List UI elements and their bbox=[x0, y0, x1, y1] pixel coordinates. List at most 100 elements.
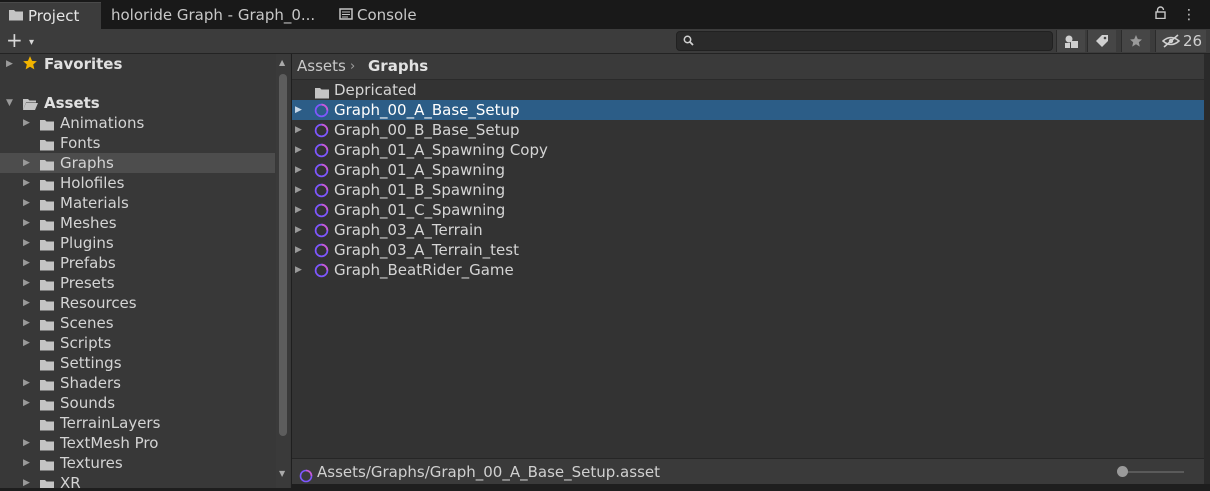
chevron-right-icon[interactable]: ▶ bbox=[23, 333, 30, 353]
sidebar-item-label: TextMesh Pro bbox=[60, 434, 159, 452]
graph-list-item[interactable]: ▶ Graph_01_A_Spawning Copy bbox=[292, 140, 1204, 160]
list-item-label: Graph_00_B_Base_Setup bbox=[334, 121, 520, 139]
chevron-right-icon[interactable]: ▶ bbox=[23, 393, 30, 413]
graph-list-item[interactable]: ▶ Graph_01_C_Spawning bbox=[292, 200, 1204, 220]
sidebar-item-holofiles[interactable]: ▶ Holofiles bbox=[0, 173, 275, 193]
tab-holoride-graph[interactable]: holoride Graph - Graph_0... bbox=[103, 2, 327, 29]
chevron-right-icon[interactable]: ▶ bbox=[23, 233, 30, 253]
search-by-label-button[interactable] bbox=[1087, 30, 1116, 52]
sidebar-item-graphs[interactable]: ▶ Graphs bbox=[0, 153, 275, 173]
sidebar-item-shaders[interactable]: ▶ Shaders bbox=[0, 373, 275, 393]
chevron-right-icon[interactable]: ▶ bbox=[295, 120, 302, 140]
tab-console[interactable]: Console bbox=[331, 2, 431, 29]
sidebar-item-xr[interactable]: ▶ XR bbox=[0, 473, 275, 488]
folder-icon bbox=[39, 476, 55, 488]
sidebar-item-meshes[interactable]: ▶ Meshes bbox=[0, 213, 275, 233]
graph-list-item[interactable]: ▶ Graph_BeatRider_Game bbox=[292, 260, 1204, 280]
lock-icon[interactable] bbox=[1154, 6, 1170, 23]
sidebar-item-scenes[interactable]: ▶ Scenes bbox=[0, 313, 275, 333]
tree-assets-label: Assets bbox=[44, 94, 100, 112]
chevron-right-icon[interactable]: ▶ bbox=[23, 153, 30, 173]
chevron-right-icon[interactable]: ▶ bbox=[295, 220, 302, 240]
graph-list-item[interactable]: ▶ Graph_00_A_Base_Setup bbox=[292, 100, 1204, 120]
graph-list-item[interactable]: ▶ Graph_01_B_Spawning bbox=[292, 180, 1204, 200]
graph-asset-icon bbox=[314, 263, 329, 283]
star-icon bbox=[1130, 35, 1142, 47]
scroll-up-icon[interactable]: ▲ bbox=[279, 58, 285, 67]
sidebar-item-resources[interactable]: ▶ Resources bbox=[0, 293, 275, 313]
list-item-label: Depricated bbox=[334, 81, 417, 99]
chevron-right-icon[interactable]: ▶ bbox=[295, 260, 302, 280]
status-bar: Assets/Graphs/Graph_00_A_Base_Setup.asse… bbox=[292, 458, 1204, 485]
scroll-down-icon[interactable]: ▼ bbox=[279, 469, 285, 478]
sidebar-item-plugins[interactable]: ▶ Plugins bbox=[0, 233, 275, 253]
sidebar-item-presets[interactable]: ▶ Presets bbox=[0, 273, 275, 293]
chevron-right-icon[interactable]: ▶ bbox=[23, 173, 30, 193]
sidebar-item-scripts[interactable]: ▶ Scripts bbox=[0, 333, 275, 353]
tab-bar: Project holoride Graph - Graph_0... Cons… bbox=[0, 0, 1210, 30]
chevron-right-icon[interactable]: ▶ bbox=[23, 193, 30, 213]
chevron-down-icon[interactable]: ▼ bbox=[6, 93, 13, 113]
eye-hidden-icon bbox=[1162, 34, 1180, 48]
chevron-right-icon[interactable]: ▶ bbox=[295, 200, 302, 220]
scrollbar-thumb[interactable] bbox=[279, 74, 287, 436]
hidden-packages-button[interactable]: 26 bbox=[1155, 30, 1206, 52]
graph-list-item[interactable]: ▶ Graph_03_A_Terrain bbox=[292, 220, 1204, 240]
chevron-right-icon[interactable]: ▶ bbox=[23, 313, 30, 333]
graph-list-item[interactable]: ▶ Graph_03_A_Terrain_test bbox=[292, 240, 1204, 260]
chevron-right-icon[interactable]: ▶ bbox=[23, 373, 30, 393]
sidebar-item-label: Presets bbox=[60, 274, 115, 292]
list-item-label: Graph_01_B_Spawning bbox=[334, 181, 506, 199]
chevron-right-icon[interactable]: ▶ bbox=[295, 240, 302, 260]
list-item-label: Graph_01_C_Spawning bbox=[334, 201, 506, 219]
chevron-right-icon[interactable]: ▶ bbox=[23, 473, 30, 488]
search-by-type-button[interactable] bbox=[1056, 30, 1085, 52]
breadcrumb-graphs[interactable]: Graphs bbox=[368, 54, 428, 79]
chevron-right-icon[interactable]: ▶ bbox=[295, 140, 302, 160]
folder-list-item[interactable]: Depricated bbox=[292, 80, 1204, 100]
tree-assets[interactable]: ▼ Assets bbox=[0, 93, 275, 113]
chevron-right-icon[interactable]: ▶ bbox=[23, 273, 30, 293]
chevron-right-icon[interactable]: ▶ bbox=[6, 54, 13, 74]
tab-project[interactable]: Project bbox=[0, 2, 101, 29]
sidebar-item-settings[interactable]: Settings bbox=[0, 353, 275, 373]
chevron-right-icon[interactable]: ▶ bbox=[23, 253, 30, 273]
tag-icon bbox=[1096, 35, 1108, 47]
sidebar-item-textmesh-pro[interactable]: ▶ TextMesh Pro bbox=[0, 433, 275, 453]
sidebar-item-sounds[interactable]: ▶ Sounds bbox=[0, 393, 275, 413]
tree-scrollbar[interactable]: ▲ ▼ bbox=[276, 54, 290, 488]
chevron-right-icon[interactable]: ▶ bbox=[23, 113, 30, 133]
sidebar-item-label: Plugins bbox=[60, 234, 114, 252]
breadcrumb-assets[interactable]: Assets bbox=[297, 54, 346, 79]
create-button[interactable]: + ▾ bbox=[6, 30, 40, 52]
tree-favorites[interactable]: ▶ Favorites bbox=[0, 54, 275, 74]
sidebar-item-label: Settings bbox=[60, 354, 122, 372]
graph-list-item[interactable]: ▶ Graph_01_A_Spawning bbox=[292, 160, 1204, 180]
more-menu-icon[interactable]: ⋮ bbox=[1182, 7, 1196, 23]
sidebar-item-label: Sounds bbox=[60, 394, 116, 412]
chevron-right-icon[interactable]: ▶ bbox=[23, 433, 30, 453]
icon-size-slider-knob[interactable] bbox=[1117, 466, 1128, 477]
chevron-right-icon[interactable]: ▶ bbox=[23, 213, 30, 233]
chevron-right-icon[interactable]: ▶ bbox=[295, 180, 302, 200]
chevron-right-icon[interactable]: ▶ bbox=[23, 293, 30, 313]
search-input[interactable] bbox=[676, 31, 1053, 51]
sidebar-item-textures[interactable]: ▶ Textures bbox=[0, 453, 275, 473]
sidebar-item-fonts[interactable]: Fonts bbox=[0, 133, 275, 153]
chevron-right-icon[interactable]: ▶ bbox=[23, 453, 30, 473]
shapes-icon bbox=[1065, 35, 1078, 48]
sidebar-item-materials[interactable]: ▶ Materials bbox=[0, 193, 275, 213]
sidebar-item-label: Scenes bbox=[60, 314, 114, 332]
chevron-right-icon[interactable]: ▶ bbox=[295, 100, 302, 120]
sidebar-item-prefabs[interactable]: ▶ Prefabs bbox=[0, 253, 275, 273]
sidebar-item-terrainlayers[interactable]: TerrainLayers bbox=[0, 413, 275, 433]
favorite-search-button[interactable] bbox=[1121, 30, 1150, 52]
graph-list-item[interactable]: ▶ Graph_00_B_Base_Setup bbox=[292, 120, 1204, 140]
plus-icon: + bbox=[6, 28, 23, 52]
list-item-label: Graph_01_A_Spawning bbox=[334, 161, 506, 179]
selected-asset-path: Assets/Graphs/Graph_00_A_Base_Setup.asse… bbox=[317, 463, 660, 481]
chevron-right-icon[interactable]: ▶ bbox=[295, 160, 302, 180]
list-item-label: Graph_03_A_Terrain_test bbox=[334, 241, 519, 259]
sidebar-item-animations[interactable]: ▶ Animations bbox=[0, 113, 275, 133]
icon-size-slider[interactable] bbox=[1120, 471, 1184, 473]
